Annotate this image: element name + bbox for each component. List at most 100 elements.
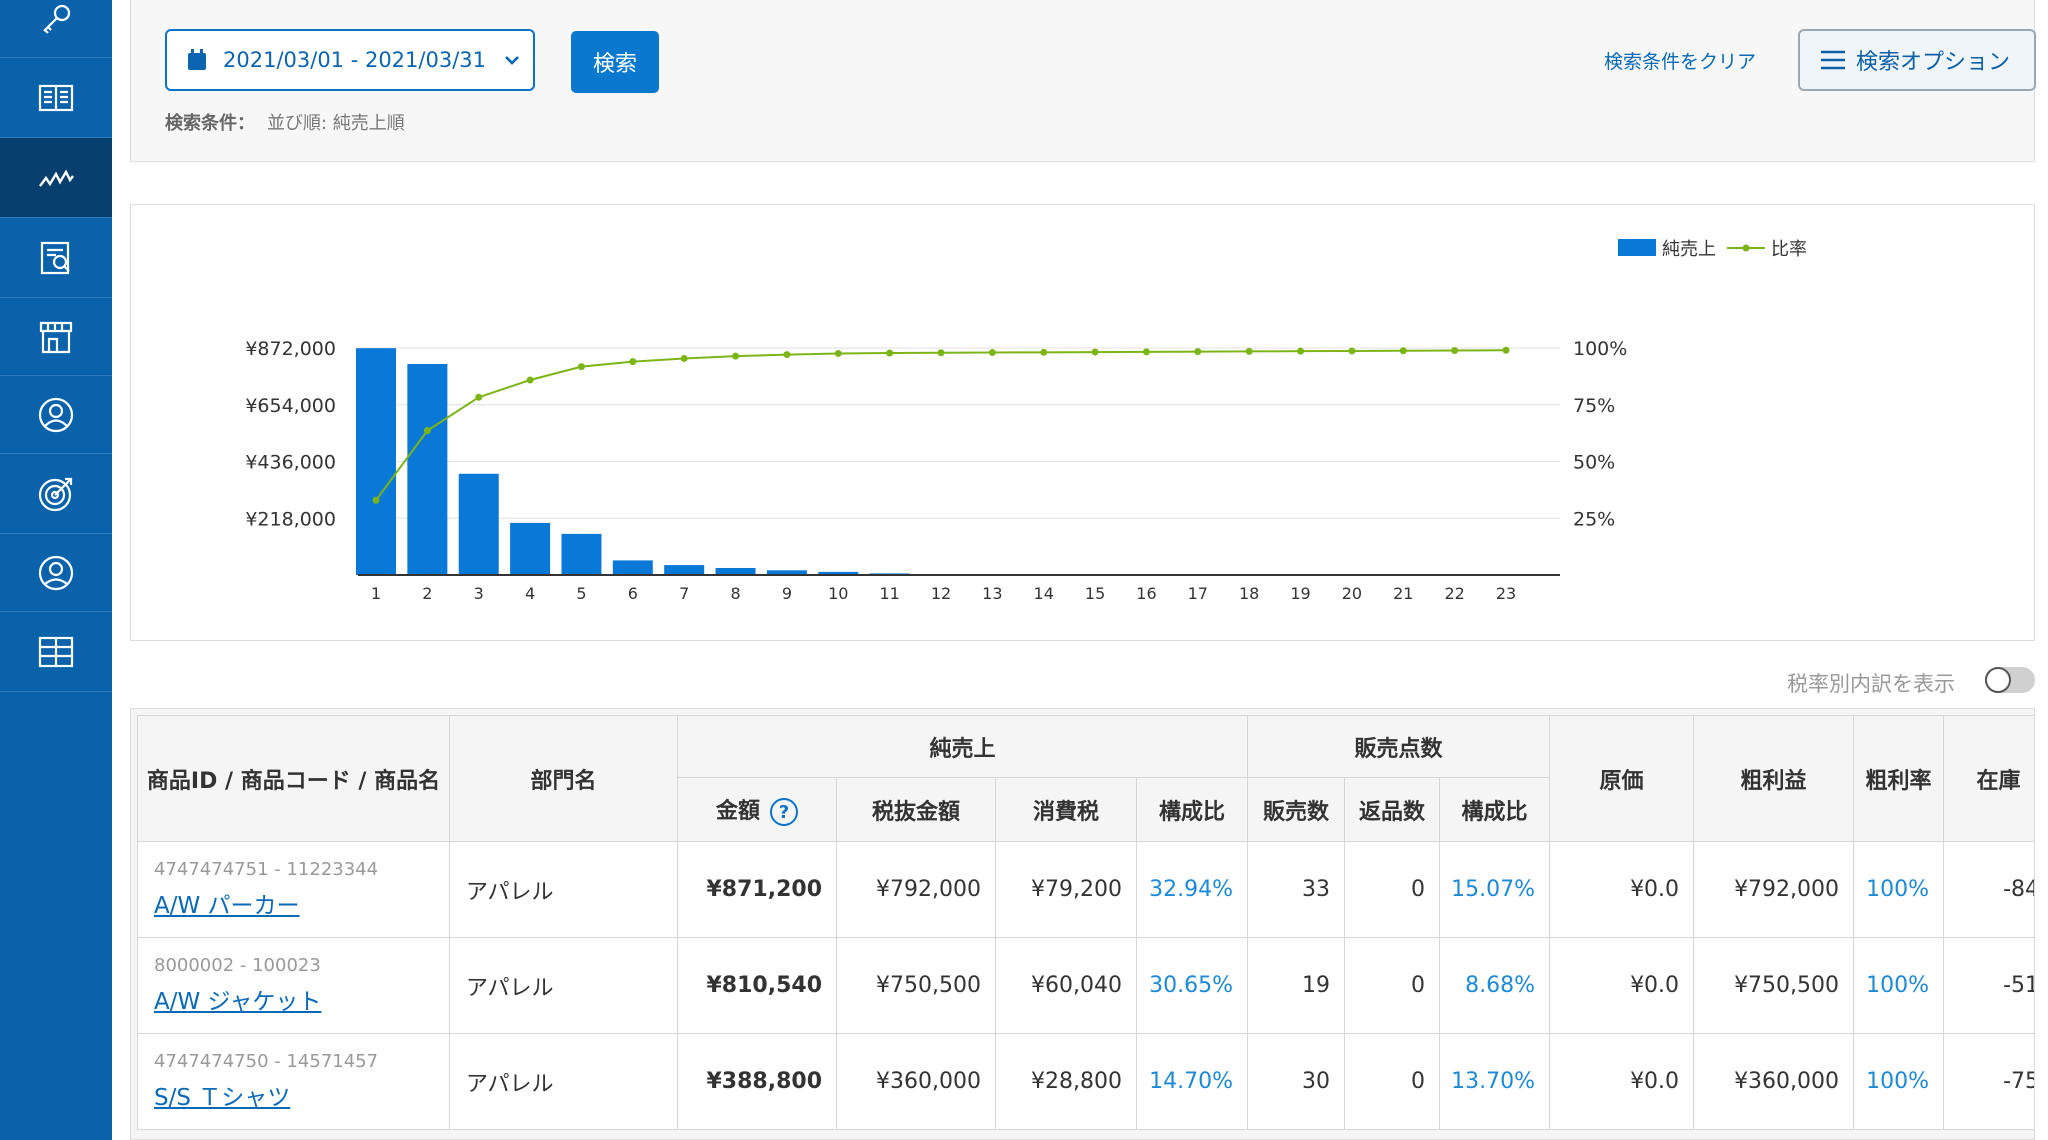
sidebar-item-grid[interactable]	[0, 612, 112, 692]
sidebar-item-book[interactable]	[0, 58, 112, 138]
header-stock: 在庫	[1943, 715, 2034, 842]
product-name-link[interactable]: A/W ジャケット	[154, 989, 321, 1015]
ratio-point	[937, 349, 945, 357]
sidebar-item-trend[interactable]	[0, 138, 112, 218]
ratio-point	[834, 349, 842, 357]
condition-value: 並び順: 純売上順	[267, 113, 405, 134]
ratio-point	[1348, 347, 1356, 355]
sold-cell: 19	[1247, 937, 1346, 1034]
toggle-knob	[1985, 667, 2011, 693]
person-icon	[38, 555, 74, 590]
product-id: 4747474751 - 11223344	[154, 859, 379, 880]
bar	[664, 565, 705, 575]
sidebar-item-store[interactable]	[0, 298, 112, 376]
ratio-point	[423, 427, 431, 435]
date-range-picker[interactable]: 2021/03/01 - 2021/03/31	[165, 29, 535, 91]
x-tick-label: 4	[525, 584, 535, 603]
main-area: 2021/03/01 - 2021/03/31 検索 検索条件： 並び順: 純売上…	[112, 0, 2048, 1140]
report-icon	[40, 241, 70, 274]
ratio-line	[375, 349, 1507, 501]
ratio-point	[1451, 346, 1459, 354]
search-options-label: 検索オプション	[1856, 50, 2011, 75]
search-button[interactable]: 検索	[571, 31, 659, 93]
ratio-point	[988, 349, 996, 357]
ratio-point	[577, 363, 585, 371]
header-amount-label: 金額	[715, 799, 760, 824]
legend-bar-swatch	[1618, 239, 1656, 256]
sidebar-item-user[interactable]	[0, 376, 112, 454]
sidebar-item-report[interactable]	[0, 218, 112, 298]
ratio-point	[1142, 348, 1150, 356]
calendar-icon	[187, 49, 207, 71]
x-tick-label: 11	[879, 584, 899, 603]
target-icon	[38, 477, 73, 511]
legend-bar-label: 純売上	[1662, 239, 1716, 260]
stock-cell: -51	[1943, 937, 2034, 1034]
sidebar-item-key[interactable]	[0, 0, 112, 58]
x-tick-label: 13	[982, 584, 1002, 603]
x-tick-label: 5	[576, 584, 586, 603]
product-id: 8000002 - 100023	[154, 955, 321, 976]
header-net-sales: 純売上	[676, 715, 1249, 778]
ratio-point	[680, 354, 688, 362]
bar	[612, 560, 653, 575]
tax-cell: ¥79,200	[995, 841, 1137, 938]
bar	[356, 348, 396, 575]
qty-share-cell: 8.68%	[1439, 937, 1551, 1034]
table-row[interactable]: 4747474751 - 11223344 A/W パーカー アパレル ¥871,20…	[137, 841, 2034, 938]
product-name-link[interactable]: S/S Ｔシャツ	[154, 1085, 290, 1111]
x-tick-label: 20	[1342, 584, 1362, 603]
search-options-button[interactable]: 検索オプション	[1798, 29, 2036, 91]
table-row[interactable]: 8000002 - 100023 A/W ジャケット アパレル ¥810,540 ¥75…	[137, 937, 2034, 1034]
bar	[561, 533, 602, 575]
gross-rate-cell: 100%	[1853, 937, 1945, 1034]
cost-cell: ¥0.0	[1549, 841, 1695, 938]
help-icon[interactable]: ?	[770, 798, 798, 826]
share-cell: 30.65%	[1135, 937, 1249, 1034]
share-cell: 14.70%	[1135, 1033, 1249, 1130]
product-name-link[interactable]: A/W パーカー	[154, 893, 300, 919]
gross-rate-cell: 100%	[1853, 1033, 1945, 1130]
clear-conditions-link[interactable]: 検索条件をクリア	[1604, 47, 1756, 74]
header-dept: 部門名	[449, 715, 678, 842]
y-left-tick-label: ¥872,000	[245, 338, 336, 360]
ratio-point	[886, 349, 894, 357]
sold-cell: 30	[1247, 1033, 1346, 1130]
ratio-point	[526, 376, 534, 384]
stock-cell: -75	[1943, 1033, 2034, 1130]
header-sold: 販売数	[1247, 777, 1346, 842]
y-right-tick-label: 75%	[1573, 395, 1615, 417]
tax-breakdown-toggle[interactable]	[1985, 667, 2035, 693]
tax-cell: ¥60,040	[995, 937, 1137, 1034]
x-tick-label: 22	[1444, 584, 1464, 603]
gross-profit-cell: ¥750,500	[1693, 937, 1855, 1034]
x-tick-label: 14	[1034, 584, 1054, 603]
header-qty-share: 構成比	[1439, 777, 1551, 842]
user-icon	[38, 397, 74, 432]
gross-rate-cell: 100%	[1853, 841, 1945, 938]
ratio-point	[629, 358, 637, 366]
x-tick-label: 21	[1393, 584, 1413, 603]
ratio-point	[1194, 348, 1202, 356]
product-id: 4747474750 - 14571457	[154, 1051, 379, 1072]
product-cell: 4747474750 - 14571457 S/S Ｔシャツ	[137, 1033, 450, 1130]
trend-icon	[39, 169, 74, 187]
sidebar-item-target[interactable]	[0, 454, 112, 534]
x-tick-label: 12	[931, 584, 951, 603]
legend-line-label: 比率	[1771, 239, 1807, 260]
x-tick-label: 15	[1085, 584, 1105, 603]
ratio-point	[783, 351, 791, 359]
dept-cell: アパレル	[449, 841, 678, 938]
x-tick-label: 2	[422, 584, 432, 603]
date-range-value: 2021/03/01 - 2021/03/31	[223, 48, 487, 72]
table-row[interactable]: 4747474750 - 14571457 S/S Ｔシャツ アパレル ¥388,80…	[137, 1033, 2034, 1130]
sidebar-item-person[interactable]	[0, 534, 112, 612]
y-left-tick-label: ¥218,000	[245, 508, 336, 530]
dept-cell: アパレル	[449, 1033, 678, 1130]
ratio-point	[1297, 347, 1305, 355]
legend-line-dot	[1742, 244, 1750, 252]
pareto-chart: ¥872,000 ¥654,000 ¥436,000 ¥218,000 100% 75% 5…	[245, 239, 1807, 603]
ratio-point	[1502, 346, 1510, 354]
dept-cell: アパレル	[449, 937, 678, 1034]
ratio-point	[372, 496, 380, 504]
